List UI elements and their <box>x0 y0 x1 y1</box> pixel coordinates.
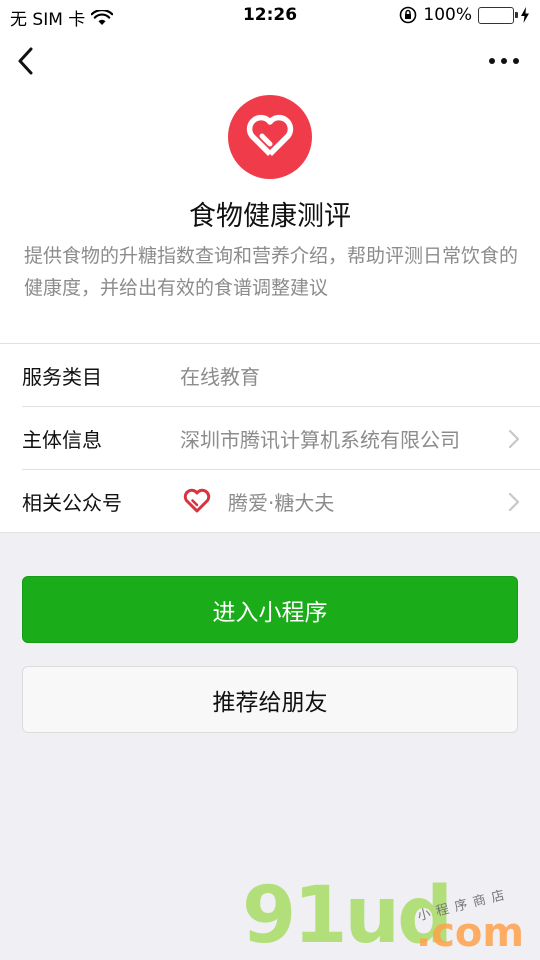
charging-icon <box>520 7 530 23</box>
category-value: 在线教育 <box>180 364 260 389</box>
chevron-right-icon <box>508 429 520 449</box>
back-button[interactable] <box>10 44 40 78</box>
status-bar: 无 SIM 卡 12:26 100% <box>0 0 540 32</box>
entity-value: 深圳市腾讯计算机系统有限公司 <box>180 427 460 452</box>
chevron-right-icon <box>508 492 520 512</box>
info-row-category: 服务类目 在线教育 <box>22 344 540 407</box>
status-right: 100% <box>399 5 530 25</box>
app-title: 食物健康测评 <box>189 201 351 232</box>
more-dot <box>501 58 507 64</box>
info-list: 服务类目 在线教育 主体信息 深圳市腾讯计算机系统有限公司 相关公众号 腾爱·糖… <box>0 343 540 533</box>
more-dot <box>513 58 519 64</box>
heart-icon <box>246 114 294 156</box>
chevron-left-icon <box>18 47 33 75</box>
orientation-lock-icon <box>399 6 417 24</box>
battery-percent: 100% <box>423 5 472 25</box>
enter-mini-program-button[interactable]: 进入小程序 <box>22 576 518 643</box>
watermark-logo: 91ud 小程序商店 .com <box>240 870 540 960</box>
category-label: 服务类目 <box>22 364 102 389</box>
heart-outline-icon <box>182 486 216 516</box>
info-row-entity[interactable]: 主体信息 深圳市腾讯计算机系统有限公司 <box>22 407 540 470</box>
more-button[interactable] <box>484 48 524 74</box>
official-account-label: 相关公众号 <box>22 490 122 515</box>
app-description: 提供食物的升糖指数查询和营养介绍，帮助评测日常饮食的健康度，并给出有效的食谱调整… <box>24 245 519 299</box>
info-row-official-account[interactable]: 相关公众号 腾爱·糖大夫 <box>0 470 540 533</box>
more-dot <box>489 58 495 64</box>
entity-label: 主体信息 <box>22 427 102 452</box>
screen: 无 SIM 卡 12:26 100% 食物健康测评 提供食物的升糖指数查询和营养… <box>0 0 540 960</box>
app-logo <box>228 95 312 179</box>
watermark-suffix: .com <box>416 910 525 956</box>
official-account-value: 腾爱·糖大夫 <box>228 490 335 515</box>
battery-icon <box>478 6 518 24</box>
recommend-to-friend-button[interactable]: 推荐给朋友 <box>22 666 518 733</box>
